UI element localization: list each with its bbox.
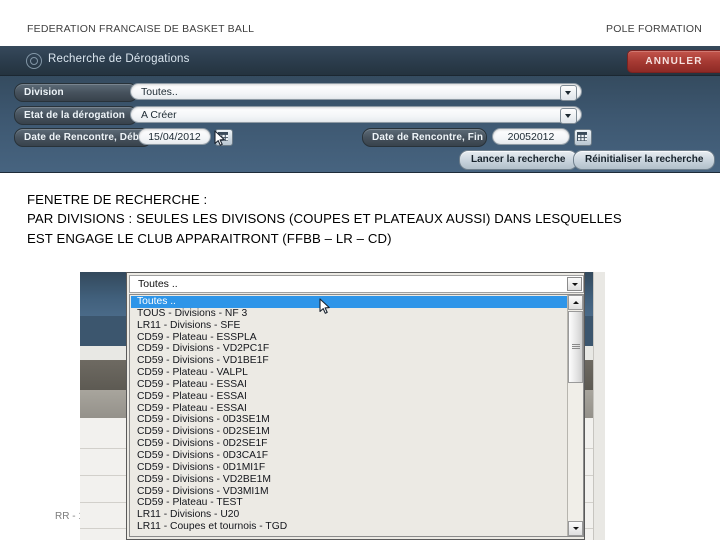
division-chevron-down-icon[interactable]: [560, 85, 577, 101]
dropdown-item[interactable]: CD59 - Divisions - VD1BE1F: [131, 355, 567, 367]
dropdown-item[interactable]: CD59 - Plateau - ESSPLA: [131, 332, 567, 344]
cancel-button[interactable]: ANNULER: [627, 50, 720, 73]
dropdown-item[interactable]: CD59 - Plateau - ESSAI: [131, 379, 567, 391]
dropdown-item[interactable]: LR11 - Divisions - SFE: [131, 320, 567, 332]
target-icon: [26, 53, 42, 69]
federation-title: FEDERATION FRANCAISE DE BASKET BALL: [27, 23, 255, 35]
dropdown-item[interactable]: CD59 - Plateau - VALPL: [131, 367, 567, 379]
date-range-row: Date de Rencontre, Début 15/04/2012 Date…: [0, 128, 720, 147]
body-line-3: EST ENGAGE LE CLUB APPARAITRONT (FFBB – …: [27, 230, 392, 246]
dropdown-item[interactable]: CD59 - Plateau - TEST: [131, 497, 567, 509]
bg-band-right-edge: [593, 272, 605, 540]
body-line-2: PAR DIVISIONS : SEULES LES DIVISONS (COU…: [27, 211, 622, 227]
date-start-input[interactable]: 15/04/2012: [138, 128, 211, 145]
body-line-1: FENETRE DE RECHERCHE :: [27, 192, 208, 207]
dropdown-item[interactable]: CD59 - Divisions - VD2BE1M: [131, 474, 567, 486]
etat-derogation-label: Etat de la dérogation: [14, 106, 138, 125]
reset-search-button[interactable]: Réinitialiser la recherche: [573, 150, 716, 170]
dropdown-item[interactable]: Toutes ..: [131, 296, 567, 308]
division-combobox[interactable]: Toutes ..: [129, 275, 584, 293]
dropdown-item[interactable]: CD59 - Divisions - VD3MI1M: [131, 486, 567, 498]
division-label: Division: [14, 83, 138, 102]
etat-derogation-input[interactable]: A Créer: [130, 106, 582, 123]
dropdown-item[interactable]: CD59 - Divisions - VD2PC1F: [131, 343, 567, 355]
pole-formation-title: POLE FORMATION: [606, 23, 702, 35]
division-dropdown-list[interactable]: Toutes .. TOUS - Divisions - NF 3 LR11 - D…: [129, 294, 584, 537]
division-combobox-value: Toutes ..: [138, 278, 178, 290]
dropdown-item[interactable]: LR11 - Coupes et tournois - TGD: [131, 521, 567, 533]
panel-titlebar: Recherche de Dérogations ANNULER: [0, 46, 720, 76]
dropdown-item[interactable]: CD59 - Plateau - ESSAI: [131, 391, 567, 403]
date-end-input[interactable]: 20052012: [492, 128, 570, 145]
dropdown-item[interactable]: CD59 - Divisions - 0D2SE1F: [131, 438, 567, 450]
etat-derogation-chevron-down-icon[interactable]: [560, 108, 577, 124]
division-dropdown-screenshot: Toutes .. Toutes .. TOUS - Divisions - NF…: [126, 272, 585, 540]
division-combobox-chevron-down-icon[interactable]: [567, 277, 582, 291]
dropdown-item[interactable]: CD59 - Divisions - 0D3SE1M: [131, 414, 567, 426]
division-input[interactable]: Toutes..: [130, 83, 582, 100]
date-end-label: Date de Rencontre, Fin: [362, 128, 487, 147]
date-start-calendar-icon[interactable]: [215, 129, 233, 146]
scrollbar-thumb[interactable]: [568, 311, 583, 383]
date-start-label: Date de Rencontre, Début: [14, 128, 152, 147]
scroll-up-arrow-icon[interactable]: [568, 295, 583, 310]
dropdown-item[interactable]: CD59 - Divisions - 0D1MI1F: [131, 462, 567, 474]
panel-title: Recherche de Dérogations: [48, 53, 190, 65]
launch-search-button[interactable]: Lancer la recherche: [459, 150, 578, 170]
slide-header: FEDERATION FRANCAISE DE BASKET BALL POLE…: [0, 0, 720, 46]
search-derogations-panel: Recherche de Dérogations ANNULER Divisio…: [0, 46, 720, 173]
dropdown-scrollbar[interactable]: [567, 295, 583, 536]
dropdown-item[interactable]: CD59 - Divisions - 0D2SE1M: [131, 426, 567, 438]
dropdown-item[interactable]: LR11 - Divisions - U20: [131, 509, 567, 521]
division-dropdown-items[interactable]: Toutes .. TOUS - Divisions - NF 3 LR11 - D…: [131, 296, 567, 536]
scroll-down-arrow-icon[interactable]: [568, 521, 583, 536]
dropdown-item[interactable]: CD59 - Divisions - 0D3CA1F: [131, 450, 567, 462]
dropdown-item[interactable]: TOUS - Divisions - NF 3: [131, 308, 567, 320]
etat-derogation-row: Etat de la dérogation A Créer: [0, 106, 720, 125]
dropdown-item[interactable]: CD59 - Plateau - ESSAI: [131, 403, 567, 415]
date-end-calendar-icon[interactable]: [574, 129, 592, 146]
division-row: Division Toutes..: [0, 83, 720, 102]
body-copy: FENETRE DE RECHERCHE : PAR DIVISIONS : S…: [27, 190, 697, 248]
